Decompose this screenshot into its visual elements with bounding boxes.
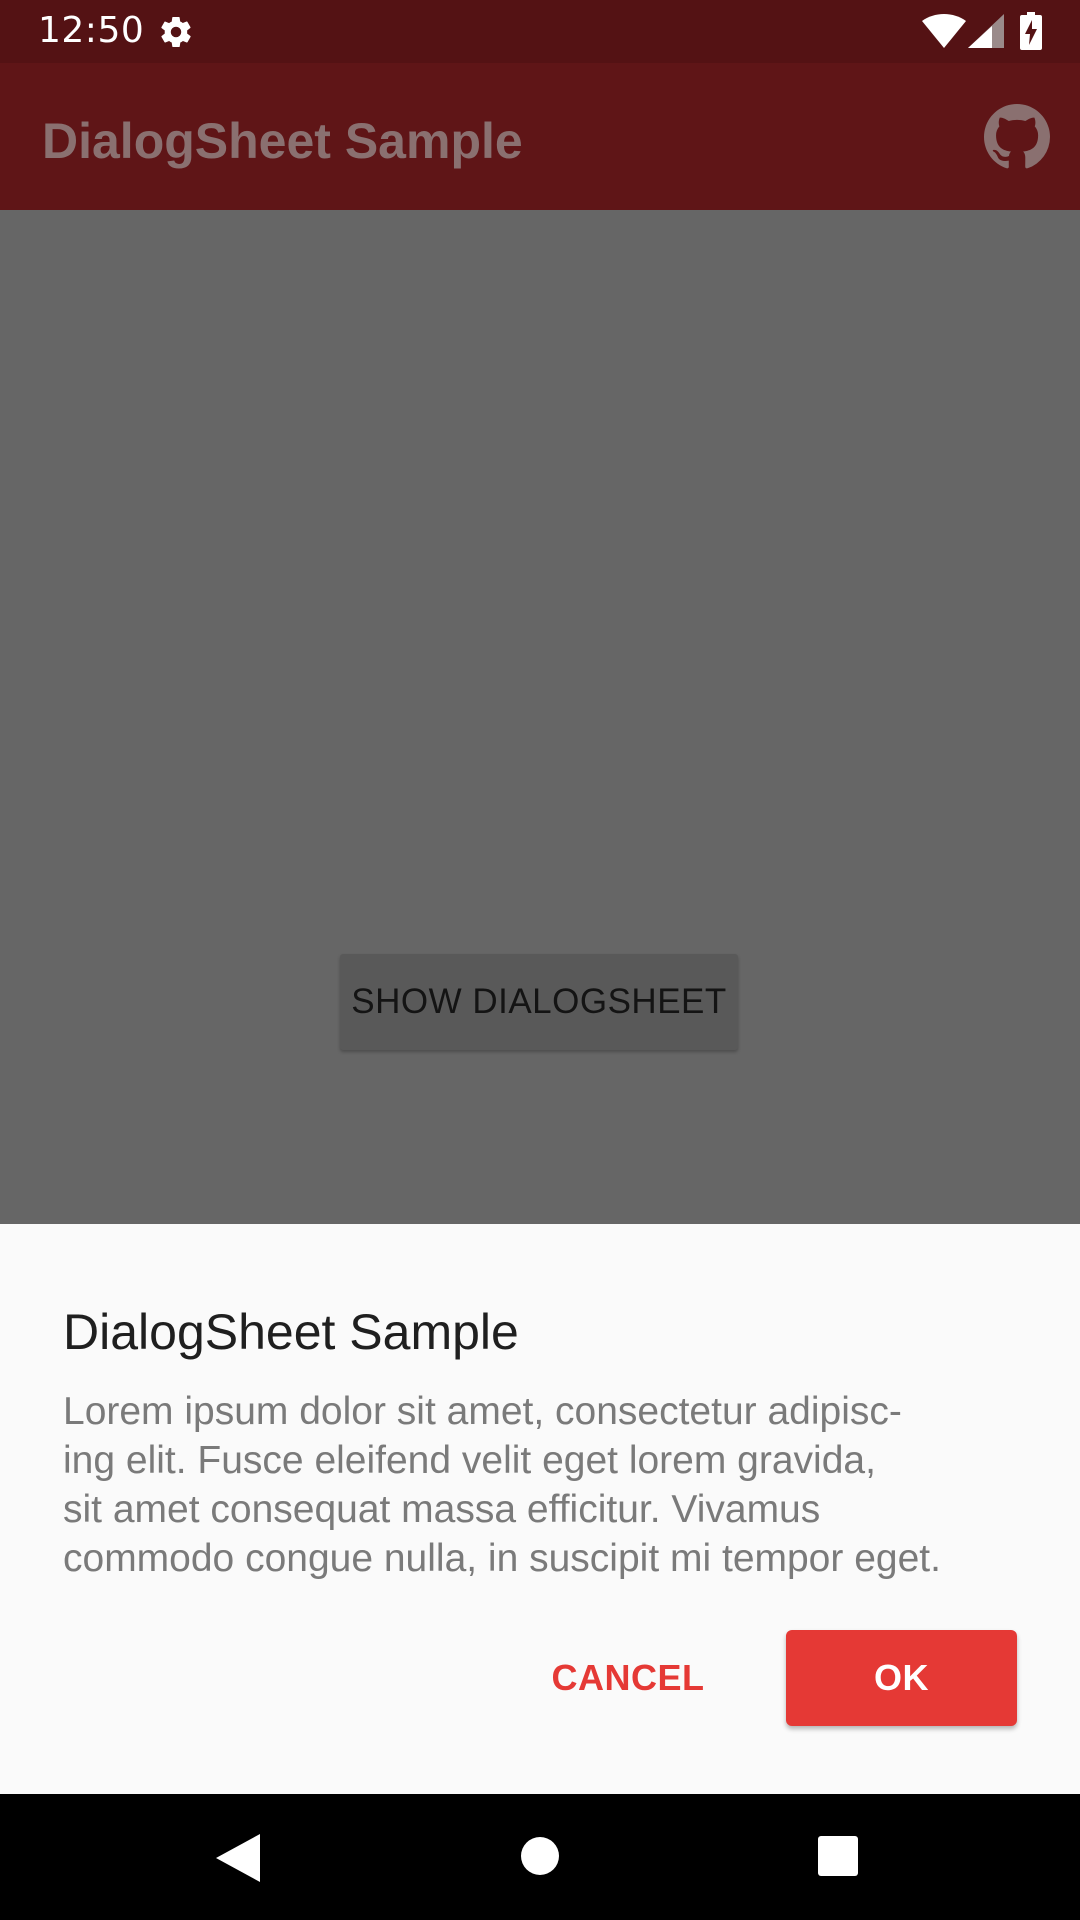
status-time: 12:50	[38, 10, 145, 51]
show-dialogsheet-button[interactable]: SHOW DIALOGSHEET	[340, 954, 738, 1050]
home-icon[interactable]	[520, 1836, 560, 1876]
back-icon[interactable]	[216, 1834, 260, 1882]
recents-icon[interactable]	[818, 1836, 858, 1876]
cell-signal-icon	[968, 14, 1004, 48]
content-scrim[interactable]: SHOW DIALOGSHEET	[0, 210, 1080, 1224]
cancel-button[interactable]: CANCEL	[534, 1630, 722, 1726]
github-icon[interactable]	[984, 104, 1050, 170]
dialog-message: Lorem ipsum dolor sit amet, consectetur …	[63, 1390, 941, 1580]
app-toolbar: DialogSheet Sample	[0, 63, 1080, 210]
dialog-title: DialogSheet Sample	[63, 1304, 519, 1360]
battery-charging-icon	[1020, 12, 1042, 50]
wifi-icon	[922, 14, 966, 48]
status-bar: 12:50	[0, 0, 1080, 63]
ok-button[interactable]: OK	[786, 1630, 1017, 1726]
screen: 12:50 DialogSheet Sample SHOW DIALOGSHEE…	[0, 0, 1080, 1920]
navigation-bar	[0, 1794, 1080, 1920]
dialog-sheet: DialogSheet Sample Lorem ipsum dolor sit…	[0, 1224, 1080, 1794]
settings-gear-icon	[161, 16, 191, 48]
toolbar-title: DialogSheet Sample	[42, 113, 523, 169]
